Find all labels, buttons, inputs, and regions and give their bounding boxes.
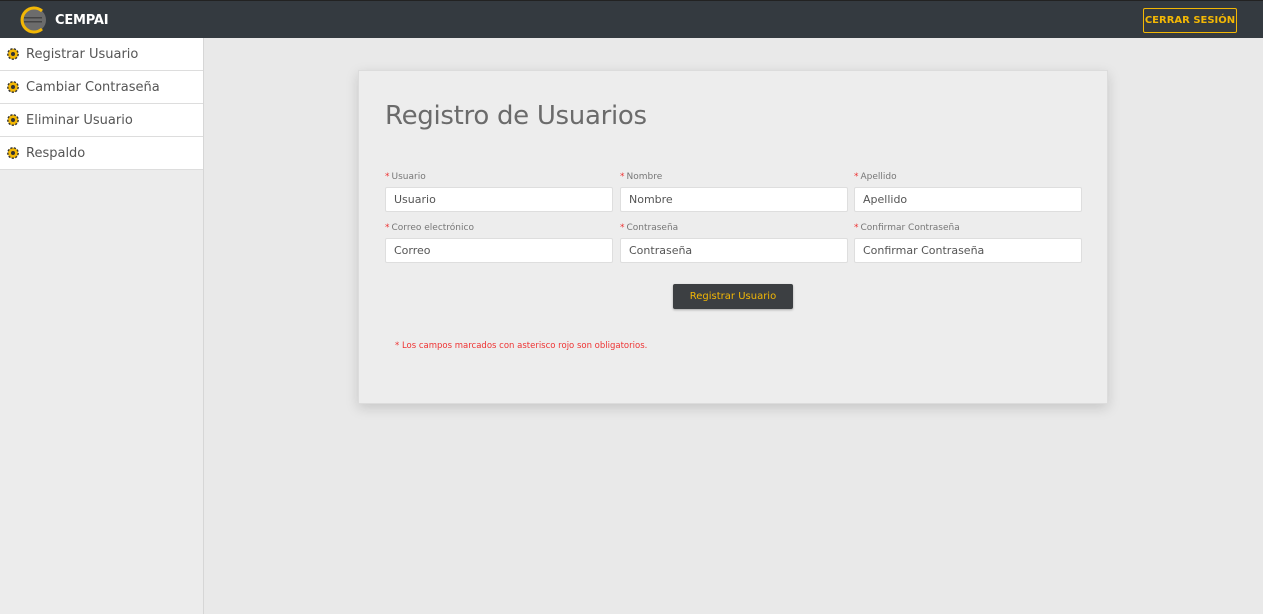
required-marker: * — [385, 223, 390, 233]
brand-name: CEMPAI — [55, 12, 109, 28]
required-marker: * — [620, 172, 625, 182]
required-marker: * — [385, 172, 390, 182]
cempai-logo-icon — [20, 6, 46, 34]
confirmar-contrasena-input[interactable] — [854, 238, 1082, 263]
gear-icon — [7, 114, 19, 126]
confirmar-contrasena-label: Confirmar Contraseña — [860, 223, 960, 233]
apellido-field-group: * Apellido — [854, 171, 1082, 212]
logout-button[interactable]: CERRAR SESIÓN — [1143, 8, 1237, 33]
sidebar-item-cambiar-contrasena[interactable]: Cambiar Contraseña — [0, 71, 203, 104]
required-marker: * — [620, 223, 625, 233]
correo-field-group: * Correo electrónico — [385, 222, 613, 263]
apellido-input[interactable] — [854, 187, 1082, 212]
nombre-field-group: * Nombre — [620, 171, 848, 212]
page-title: Registro de Usuarios — [385, 101, 647, 131]
contrasena-label: Contraseña — [626, 223, 679, 233]
required-marker: * — [854, 172, 859, 182]
usuario-input[interactable] — [385, 187, 613, 212]
registrar-usuario-button[interactable]: Registrar Usuario — [673, 284, 793, 309]
gear-icon — [7, 147, 19, 159]
nombre-label: Nombre — [626, 172, 663, 182]
registration-card: Registro de Usuarios *Usuario *Nombre *A… — [358, 70, 1108, 404]
contrasena-input[interactable] — [620, 238, 848, 263]
usuario-label: Usuario — [391, 172, 426, 182]
required-marker: * — [854, 223, 859, 233]
contrasena-field-group: * Contraseña — [620, 222, 848, 263]
usuario-field-group: * Usuario — [385, 171, 613, 212]
apellido-label: Apellido — [860, 172, 897, 182]
brand[interactable]: CEMPAI — [20, 6, 109, 34]
sidebar-item-label: Registrar Usuario — [26, 46, 139, 62]
sidebar-item-label: Respaldo — [26, 145, 86, 161]
sidebar-item-label: Eliminar Usuario — [26, 112, 133, 128]
sidebar: Registrar Usuario Cambiar Contraseña Eli… — [0, 38, 204, 614]
correo-input[interactable] — [385, 238, 613, 263]
correo-label: Correo electrónico — [391, 223, 474, 233]
top-navbar: CEMPAI CERRAR SESIÓN — [0, 0, 1263, 38]
sidebar-item-eliminar-usuario[interactable]: Eliminar Usuario — [0, 104, 203, 137]
nombre-input[interactable] — [620, 187, 848, 212]
gear-icon — [7, 81, 19, 93]
required-fields-note: * Los campos marcados con asterisco rojo… — [395, 341, 648, 351]
sidebar-item-respaldo[interactable]: Respaldo — [0, 137, 203, 170]
gear-icon — [7, 48, 19, 60]
sidebar-item-label: Cambiar Contraseña — [26, 79, 160, 95]
sidebar-item-registrar-usuario[interactable]: Registrar Usuario — [0, 38, 203, 71]
confirmar-contrasena-field-group: * Confirmar Contraseña — [854, 222, 1082, 263]
